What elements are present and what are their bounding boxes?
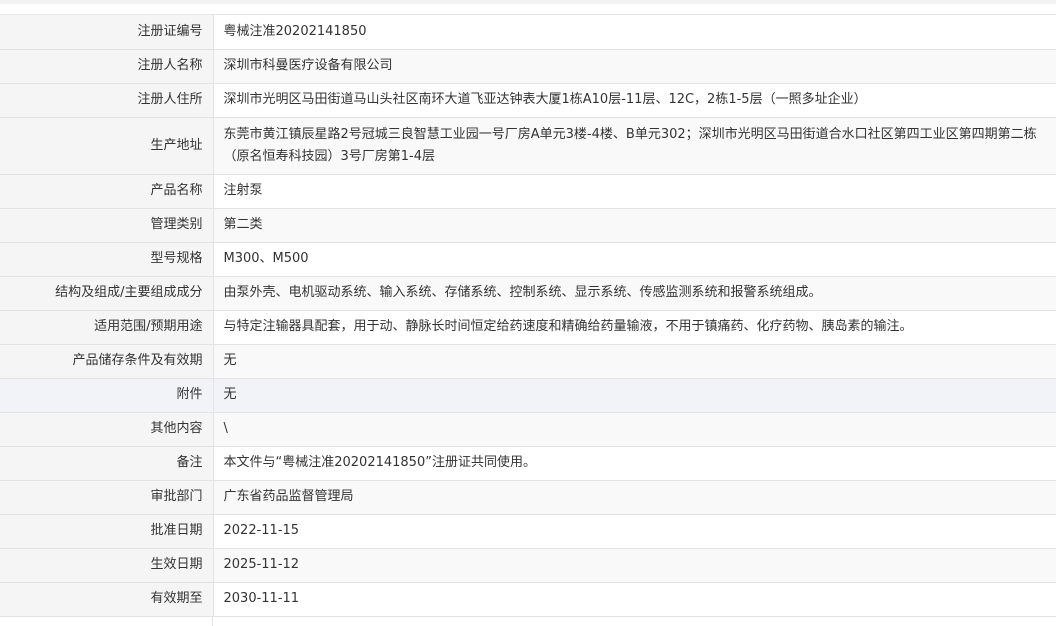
row-value: 第二类 xyxy=(213,208,1056,243)
row-production-address: 生产地址 东莞市黄江镇辰星路2号冠城三良智慧工业园一号厂房A单元3楼-4楼、B单… xyxy=(0,117,1056,175)
row-valid-until: 有效期至 2030-11-11 xyxy=(0,582,1056,617)
row-value: 无 xyxy=(213,378,1056,413)
row-label: 管理类别 xyxy=(0,208,214,243)
row-effective-date: 生效日期 2025-11-12 xyxy=(0,548,1056,583)
row-attachment: 附件 无 xyxy=(0,378,1056,413)
row-label: 结构及组成/主要组成成分 xyxy=(0,276,214,311)
row-label: 有效期至 xyxy=(0,582,214,617)
row-value: 粤械注准20202141850 xyxy=(213,15,1056,50)
table-bottom-divider xyxy=(0,616,1056,626)
row-management-category: 管理类别 第二类 xyxy=(0,208,1056,243)
row-intended-use: 适用范围/预期用途 与特定注输器具配套，用于动、静脉长时间恒定给药速度和精确给药… xyxy=(0,310,1056,345)
row-label: 审批部门 xyxy=(0,480,214,515)
row-label: 备注 xyxy=(0,446,214,481)
row-structure-composition: 结构及组成/主要组成成分 由泵外壳、电机驱动系统、输入系统、存储系统、控制系统、… xyxy=(0,276,1056,311)
row-storage-conditions: 产品储存条件及有效期 无 xyxy=(0,344,1056,379)
registration-detail-table: 注册证编号 粤械注准20202141850 注册人名称 深圳市科曼医疗设备有限公… xyxy=(0,15,1056,617)
row-value: 注射泵 xyxy=(213,174,1056,209)
row-value: 2030-11-11 xyxy=(213,582,1056,617)
row-label: 注册证编号 xyxy=(0,15,214,50)
row-label: 批准日期 xyxy=(0,514,214,549)
row-label: 产品名称 xyxy=(0,174,214,209)
row-label: 适用范围/预期用途 xyxy=(0,310,214,345)
row-model-spec: 型号规格 M300、M500 xyxy=(0,242,1056,277)
row-approval-department: 审批部门 广东省药品监督管理局 xyxy=(0,480,1056,515)
row-label: 型号规格 xyxy=(0,242,214,277)
row-value: \ xyxy=(213,412,1056,447)
row-approval-date: 批准日期 2022-11-15 xyxy=(0,514,1056,549)
row-value: 深圳市光明区马田街道马山头社区南环大道飞亚达钟表大厦1栋A10层-11层、12C… xyxy=(213,83,1056,118)
top-strip xyxy=(0,0,1056,15)
row-label: 生效日期 xyxy=(0,548,214,583)
row-value: 与特定注输器具配套，用于动、静脉长时间恒定给药速度和精确给药量输液，不用于镇痛药… xyxy=(213,310,1056,345)
row-label: 其他内容 xyxy=(0,412,214,447)
row-label: 生产地址 xyxy=(0,117,214,175)
row-value: 东莞市黄江镇辰星路2号冠城三良智慧工业园一号厂房A单元3楼-4楼、B单元302；… xyxy=(213,117,1056,175)
row-value: 本文件与“粤械注准20202141850”注册证共同使用。 xyxy=(213,446,1056,481)
row-remarks: 备注 本文件与“粤械注准20202141850”注册证共同使用。 xyxy=(0,446,1056,481)
row-label: 产品储存条件及有效期 xyxy=(0,344,214,379)
row-other-content: 其他内容 \ xyxy=(0,412,1056,447)
row-value: 广东省药品监督管理局 xyxy=(213,480,1056,515)
row-registrant-name: 注册人名称 深圳市科曼医疗设备有限公司 xyxy=(0,49,1056,84)
row-label: 注册人名称 xyxy=(0,49,214,84)
row-value: 2022-11-15 xyxy=(213,514,1056,549)
row-value: 由泵外壳、电机驱动系统、输入系统、存储系统、控制系统、显示系统、传感监测系统和报… xyxy=(213,276,1056,311)
row-registration-number: 注册证编号 粤械注准20202141850 xyxy=(0,15,1056,50)
row-value: 无 xyxy=(213,344,1056,379)
row-label: 附件 xyxy=(0,378,214,413)
row-registrant-address: 注册人住所 深圳市光明区马田街道马山头社区南环大道飞亚达钟表大厦1栋A10层-1… xyxy=(0,83,1056,118)
row-value: 2025-11-12 xyxy=(213,548,1056,583)
row-product-name: 产品名称 注射泵 xyxy=(0,174,1056,209)
registration-detail-page: 注册证编号 粤械注准20202141850 注册人名称 深圳市科曼医疗设备有限公… xyxy=(0,0,1056,626)
row-value: M300、M500 xyxy=(213,242,1056,277)
row-label: 注册人住所 xyxy=(0,83,214,118)
row-value: 深圳市科曼医疗设备有限公司 xyxy=(213,49,1056,84)
